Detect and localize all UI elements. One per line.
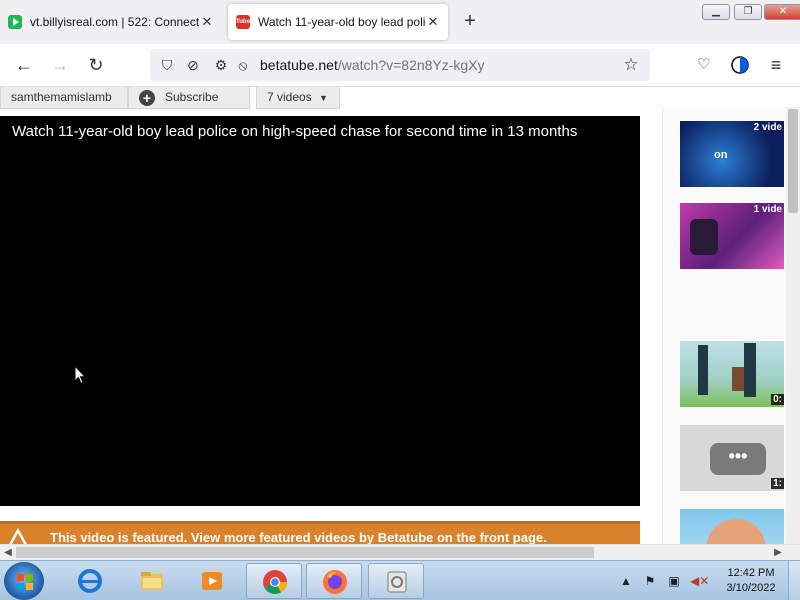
scroll-right-icon[interactable]: ▶ [770,545,786,561]
channel-name-button[interactable]: samthemamislamb [0,87,128,109]
clock-date: 3/10/2022 [726,582,776,594]
featured-banner: This video is featured. View more featur… [0,521,640,544]
cartoon-face-thumbnail [706,519,766,544]
thumbnail-label: 2 vide [753,122,782,133]
thumbnail-duration: 0: [771,394,784,405]
folder-icon [141,572,163,590]
video-title: Watch 11-year-old boy lead police on hig… [12,123,578,140]
taskbar-internet-explorer[interactable] [62,563,118,599]
thumbnail-duration: 1: [771,478,784,489]
tab-strip: vt.billyisreal.com | 522: Connecti ✕ Tub… [0,0,800,44]
related-videos-sidebar: on 2 vide 1 vide 0: ••• 1: [662,107,800,544]
tracking-blocked-icon[interactable]: ⊘ [184,56,202,74]
start-button[interactable] [4,562,44,600]
url-path: /watch?v=82n8Yz-kgXy [337,57,485,73]
menu-icon[interactable]: ≡ [764,53,788,77]
videos-dropdown[interactable]: 7 videos ▼ [256,87,340,109]
related-video-thumbnail[interactable] [680,509,784,544]
shield-icon[interactable]: ⛉ [158,56,176,74]
tab-vt-billyisreal[interactable]: vt.billyisreal.com | 522: Connecti ✕ [0,4,222,40]
chevron-down-icon: ▼ [319,93,328,103]
related-video-thumbnail[interactable]: ••• 1: [680,425,784,491]
close-tab-icon[interactable]: ✕ [200,14,214,30]
maximize-button[interactable]: ❐ [734,4,762,20]
related-video-thumbnail[interactable]: on 2 vide [680,121,784,187]
tab-betatube[interactable]: Tube Watch 11-year-old boy lead police ✕ [228,4,448,40]
forward-button[interactable]: → [48,53,72,77]
taskbar-app[interactable] [368,563,424,599]
subscribe-button[interactable]: + Subscribe [128,87,250,109]
tab-title: vt.billyisreal.com | 522: Connecti [30,15,200,29]
mouse-cursor-icon [74,365,86,385]
roblox-scene-thumbnail [732,367,744,391]
network-icon[interactable]: ▣ [666,573,682,589]
betatube-favicon-icon: Tube [236,15,250,29]
taskbar-firefox[interactable] [306,563,362,599]
thumbnail-label: 1 vide [753,204,782,215]
url-text[interactable]: betatube.net/watch?v=82n8Yz-kgXy [260,57,485,73]
new-tab-button[interactable]: + [460,10,480,32]
related-video-thumbnail[interactable]: 1 vide [680,203,784,269]
related-video-thumbnail[interactable]: 0: [680,341,784,407]
minimize-button[interactable]: ▁ [702,4,730,20]
pocket-icon[interactable]: ♡ [692,53,716,77]
video-player[interactable]: Watch 11-year-old boy lead police on hig… [0,116,640,506]
address-bar[interactable]: ⛉ ⊘ ⚙ ⦸ betatube.net/watch?v=82n8Yz-kgXy… [150,49,650,81]
bookmark-star-icon[interactable]: ☆ [622,56,640,74]
show-desktop-button[interactable] [788,561,800,600]
videos-count-label: 7 videos [267,90,312,104]
system-tray: ▲ ⚑ ▣ ◀✕ 12:42 PM 3/10/2022 [612,561,800,600]
media-player-icon [202,572,222,590]
horizontal-scrollbar-thumb[interactable] [16,547,594,558]
taskbar-clock[interactable]: 12:42 PM 3/10/2022 [716,566,786,596]
taskbar-media-player[interactable] [184,563,240,599]
close-tab-icon[interactable]: ✕ [426,14,440,30]
scroll-left-icon[interactable]: ◀ [0,545,16,561]
purple-character-thumbnail [690,219,718,255]
back-button[interactable]: ← [12,53,36,77]
navigation-bar: ← → ↻ ⛉ ⊘ ⚙ ⦸ betatube.net/watch?v=82n8Y… [0,44,800,86]
firefox-icon [323,570,347,594]
windows-logo-icon [17,574,33,590]
plus-icon: + [139,90,155,106]
app-window-icon [387,571,407,593]
tab-title: Watch 11-year-old boy lead police [258,15,426,29]
taskbar: ▲ ⚑ ▣ ◀✕ 12:42 PM 3/10/2022 [0,560,800,600]
vertical-scrollbar-thumb[interactable] [788,109,798,213]
url-domain: betatube.net [260,57,338,73]
volume-muted-icon[interactable]: ◀✕ [690,573,709,589]
page-content: samthemamislamb + Subscribe 7 videos ▼ Wa… [0,86,800,544]
play-favicon-icon [8,15,22,29]
account-icon[interactable] [728,53,752,77]
action-center-flag-icon[interactable]: ⚑ [642,573,658,589]
show-hidden-icons-icon[interactable]: ▲ [618,573,634,589]
chrome-icon [263,570,287,595]
reload-button[interactable]: ↻ [84,53,108,77]
camera-off-icon[interactable]: ⦸ [234,56,252,74]
chat-bubble-thumbnail: ••• [710,443,766,475]
vertical-scrollbar[interactable] [786,107,800,544]
horizontal-scrollbar[interactable]: ◀ ▶ [0,544,800,560]
taskbar-file-explorer[interactable] [124,563,180,599]
taskbar-chrome[interactable] [246,563,302,599]
featured-banner-text[interactable]: This video is featured. View more featur… [50,530,547,544]
close-window-button[interactable]: ✕ [764,4,800,20]
subscribe-label: Subscribe [165,90,219,104]
blue-news-thumbnail: on [714,149,728,161]
clock-time: 12:42 PM [727,567,775,579]
internet-explorer-icon [78,569,102,593]
permissions-icon[interactable]: ⚙ [212,56,230,74]
